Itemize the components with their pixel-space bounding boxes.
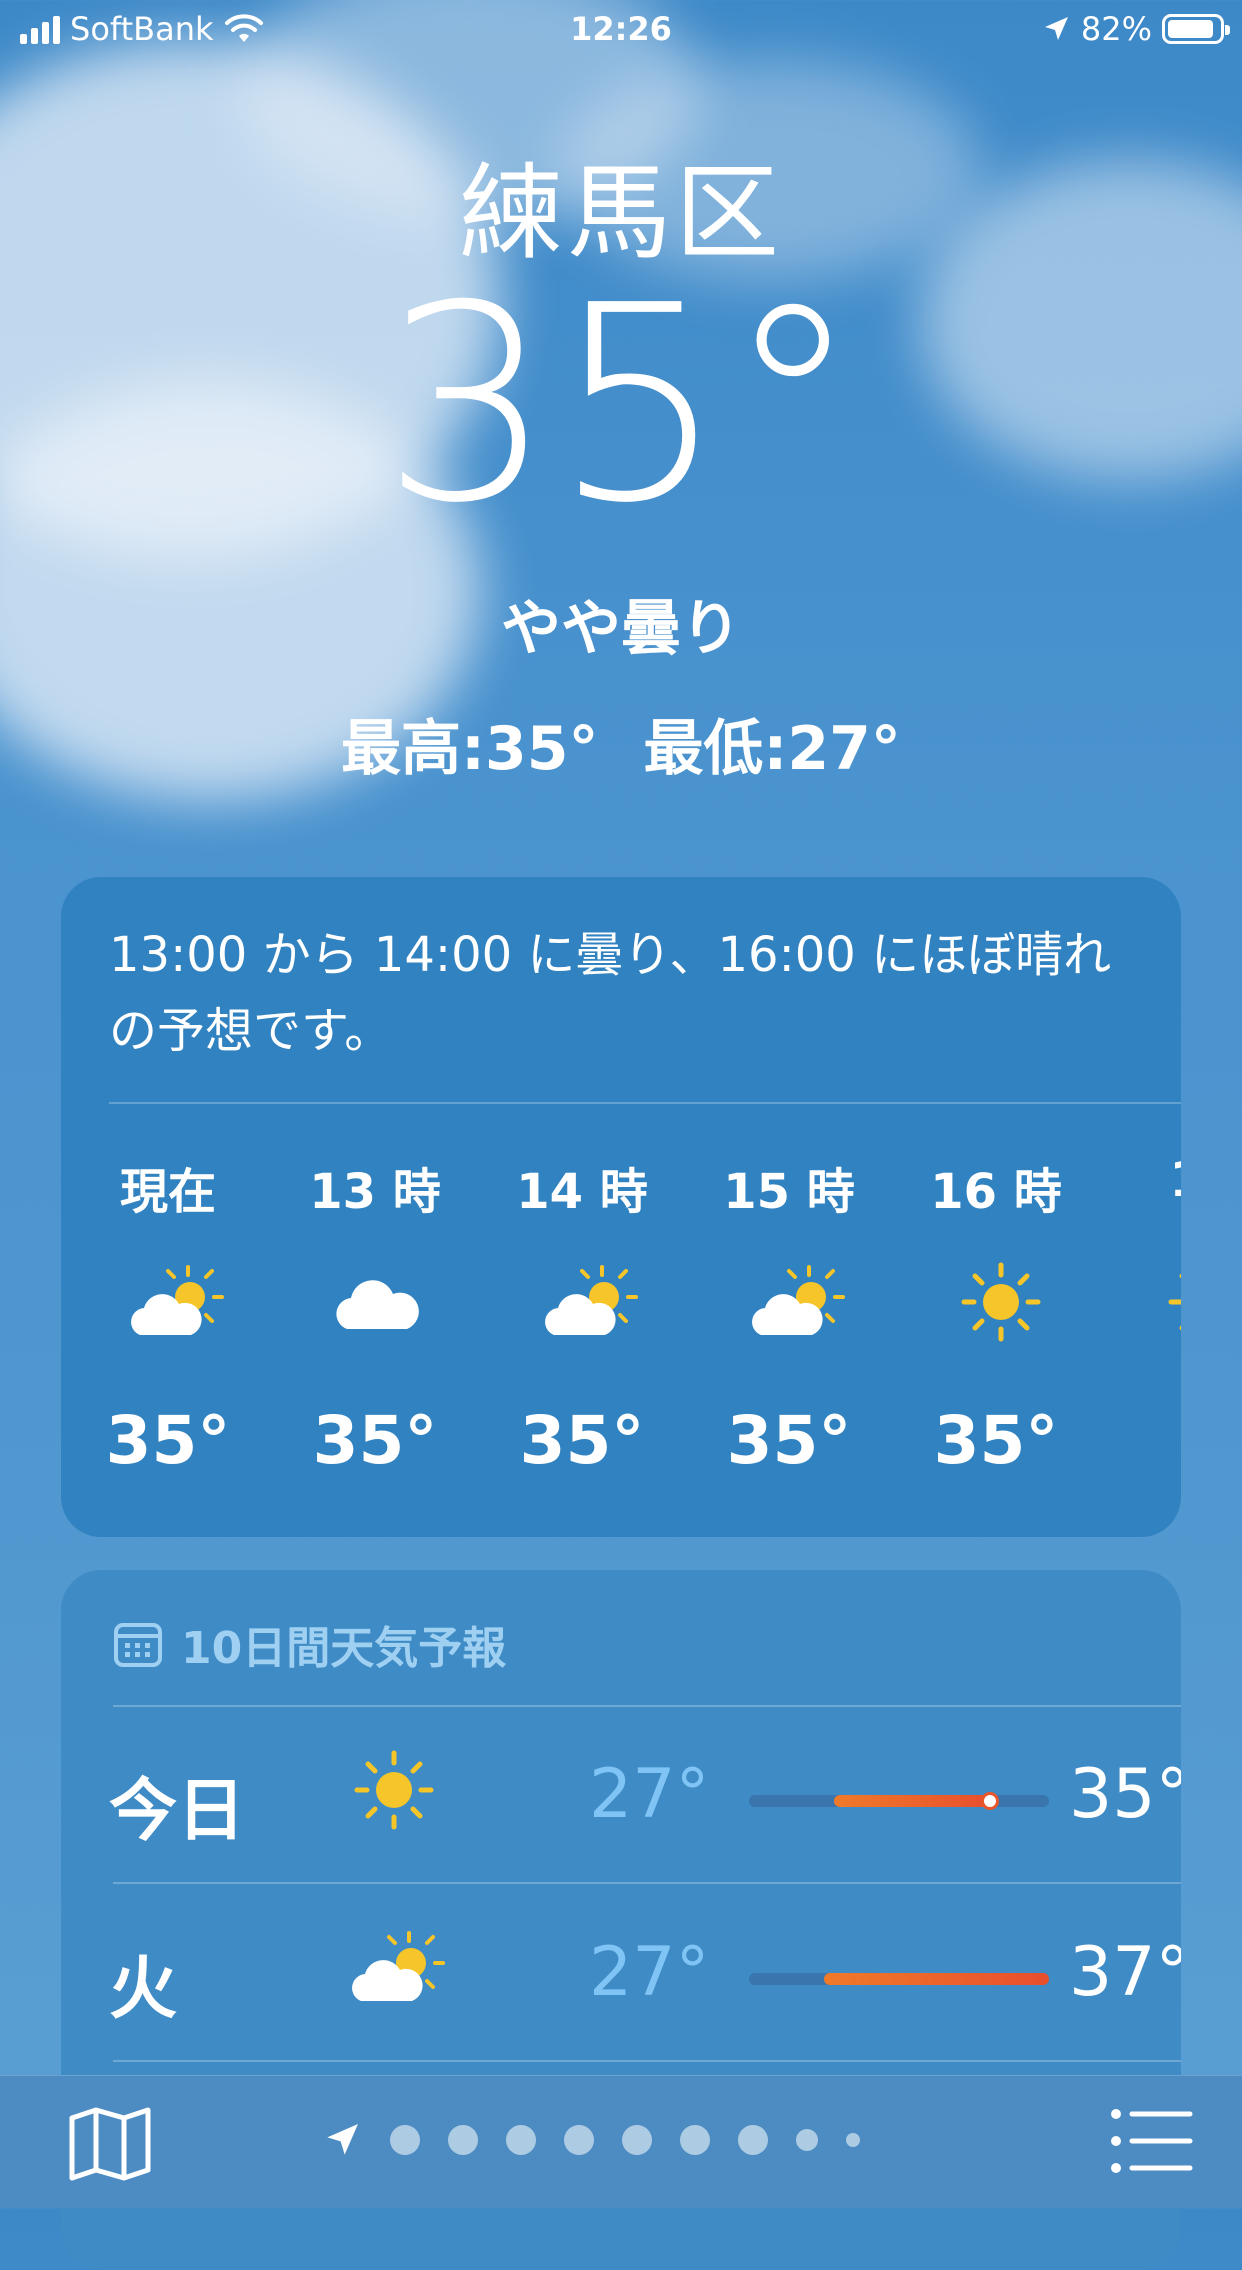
location-arrow-icon[interactable]	[322, 2120, 362, 2160]
temperature-range-bar	[749, 1792, 1049, 1810]
battery-icon	[1162, 14, 1230, 44]
hour-label: 13 時	[309, 1164, 441, 1220]
page-dot[interactable]	[448, 2125, 478, 2155]
divider	[113, 1705, 1181, 1707]
location-arrow-icon	[1044, 17, 1068, 40]
page-dot[interactable]	[622, 2125, 652, 2155]
divider	[113, 2060, 1181, 2062]
hourly-forecast-card[interactable]: 13:00 から 14:00 に曇り、16:00 にほぼ晴れの予想です。 現在 3…	[61, 877, 1181, 1537]
cloud-icon	[325, 1257, 435, 1347]
page-dot[interactable]	[390, 2125, 420, 2155]
partly-sunny-icon	[339, 1923, 449, 2013]
page-dot[interactable]	[506, 2125, 536, 2155]
partly-sunny-icon	[532, 1257, 642, 1347]
ten-day-header: 10日間天気予報	[113, 1612, 506, 1676]
ten-day-title: 10日間天気予報	[181, 1623, 507, 1674]
page-dot[interactable]	[846, 2133, 860, 2147]
list-icon	[1111, 2109, 1193, 2173]
sun-icon	[1153, 1257, 1181, 1347]
page-indicator[interactable]	[322, 2120, 860, 2160]
page-dot[interactable]	[680, 2125, 710, 2155]
hour-temp: 35°	[933, 1402, 1059, 1479]
current-temp-marker	[981, 1792, 999, 1810]
page-dot[interactable]	[564, 2125, 594, 2155]
map-icon	[69, 2107, 151, 2181]
condition-text: やや曇り	[501, 594, 741, 664]
sun-icon	[339, 1745, 449, 1835]
current-temperature: 35°	[381, 247, 861, 562]
low-temp: 27°	[589, 1755, 710, 1834]
high-temp: 37°	[1069, 1933, 1181, 2012]
day-label: 火	[109, 1950, 178, 2029]
hour-label: 17	[1113, 1152, 1181, 1208]
hour-temp: 35°	[105, 1402, 231, 1479]
daily-row[interactable]: 火 27° 37°	[109, 1888, 1181, 2058]
daily-row[interactable]: 今日 27° 35°	[109, 1710, 1181, 1880]
hour-label: 14 時	[516, 1164, 648, 1220]
sun-icon	[946, 1257, 1056, 1347]
hour-label: 現在	[119, 1164, 216, 1220]
low-temperature: 最低:27°	[643, 714, 901, 784]
hourly-strip[interactable]: 現在 35° 13 時 35° 14 時 35° 15 時 35° 16 時 35° 17 3	[61, 877, 1181, 1537]
hour-label: 16 時	[930, 1164, 1062, 1220]
page-dot[interactable]	[738, 2125, 768, 2155]
status-bar: SoftBank 12:26 82%	[0, 0, 1242, 62]
map-button[interactable]	[68, 2106, 152, 2186]
low-temp: 27°	[589, 1933, 710, 2012]
hour-temp: 35°	[519, 1402, 645, 1479]
high-low: 最高:35° 最低:27°	[0, 700, 1242, 787]
day-label: 今日	[109, 1772, 246, 1851]
battery-percent: 82%	[1080, 10, 1152, 48]
hour-temp: 35°	[312, 1402, 438, 1479]
calendar-icon	[114, 1623, 162, 1667]
hour-label: 15 時	[723, 1164, 855, 1220]
hour-temp: 35°	[726, 1402, 852, 1479]
partly-sunny-icon	[739, 1257, 849, 1347]
divider	[113, 1882, 1181, 1884]
high-temp: 35°	[1069, 1755, 1181, 1834]
temperature-range-bar	[749, 1973, 1049, 1985]
partly-sunny-icon	[118, 1257, 228, 1347]
bottom-toolbar	[0, 2075, 1242, 2208]
page-dot[interactable]	[796, 2129, 818, 2151]
high-temperature: 最高:35°	[341, 714, 599, 784]
location-list-button[interactable]	[1110, 2106, 1194, 2180]
hour-temp: 3	[1113, 1402, 1181, 1479]
